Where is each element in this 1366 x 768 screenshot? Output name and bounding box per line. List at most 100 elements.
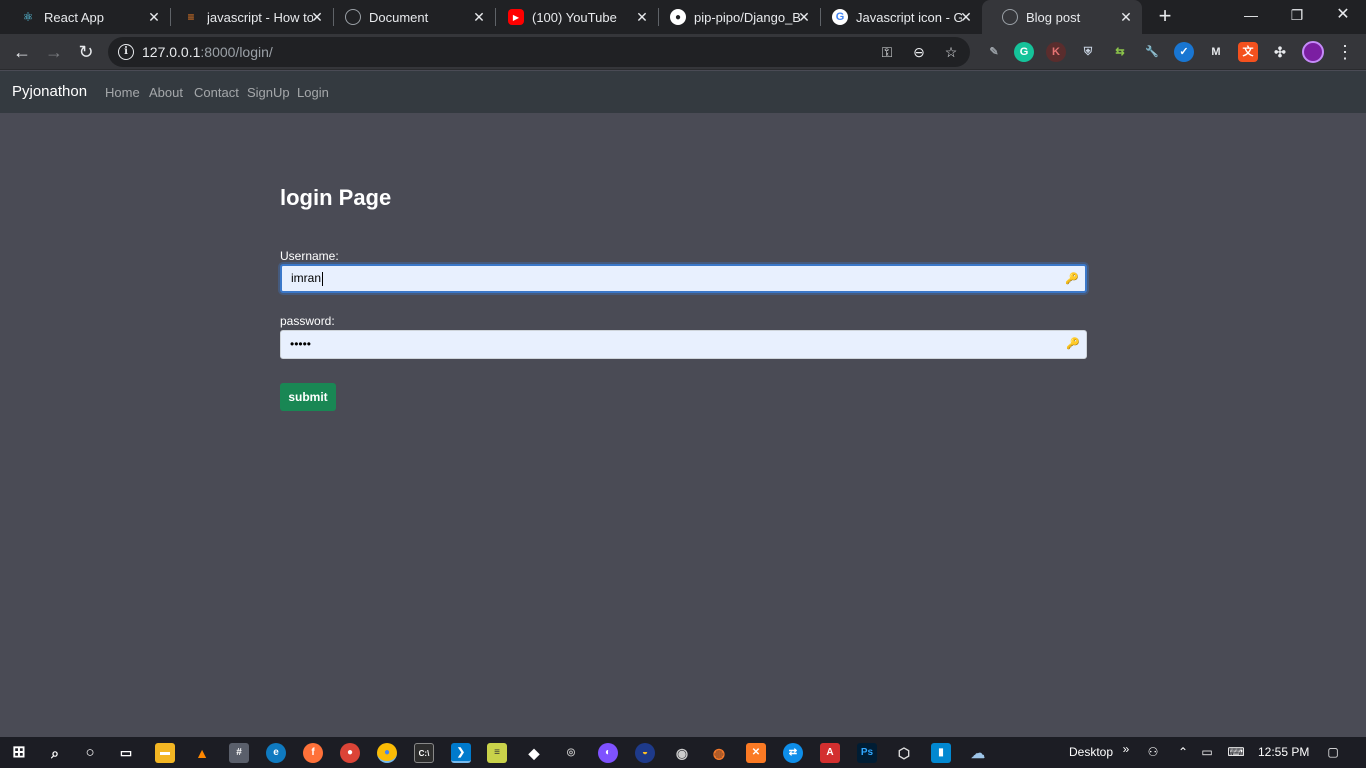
password-field[interactable]: ••••• 🔑 — [280, 330, 1087, 359]
vscode-icon[interactable]: ❯ — [451, 743, 471, 763]
info-icon[interactable]: i — [118, 44, 134, 60]
search-icon[interactable]: ⌕ — [45, 743, 65, 763]
vlc-icon[interactable]: ▲ — [192, 743, 212, 763]
photoshop-icon[interactable]: Ps — [857, 743, 877, 763]
chevron-up-icon[interactable]: ⌃ — [1175, 744, 1191, 760]
browser-tab-strip: ⚛ React App ✕ ≡ javascript - How to ✕ Do… — [0, 0, 1366, 34]
tab-google[interactable]: G Javascript icon - G ✕ — [812, 0, 982, 34]
teamviewer-icon[interactable]: ⇄ — [783, 743, 803, 763]
google-icon: G — [832, 9, 848, 25]
file-explorer-icon[interactable]: ▬ — [155, 743, 175, 763]
tab-github[interactable]: ● pip-pipo/Django_B ✕ — [650, 0, 820, 34]
restore-icon[interactable]: ❐ — [1274, 0, 1320, 34]
nav-link-contact[interactable]: Contact — [194, 85, 239, 100]
tab-blog-post[interactable]: Blog post ✕ — [982, 0, 1142, 34]
desktop-toolbar-label[interactable]: Desktop — [1069, 745, 1113, 759]
nav-link-login[interactable]: Login — [297, 85, 329, 100]
nav-link-about[interactable]: About — [149, 85, 183, 100]
notification-icon[interactable]: ▢ — [1325, 744, 1341, 760]
translate-extension-icon[interactable]: 文 — [1238, 42, 1258, 62]
tab-title: Blog post — [1026, 9, 1081, 25]
password-value: ••••• — [290, 337, 312, 351]
password-manager-key-icon[interactable]: 🔑 — [1065, 272, 1079, 286]
firefox-icon[interactable]: f — [303, 743, 323, 763]
navbar-brand[interactable]: Pyjonathon — [12, 83, 87, 100]
address-url[interactable]: 127.0.0.1:8000/login/ — [142, 44, 273, 60]
close-icon[interactable]: ✕ — [146, 9, 162, 25]
people-icon[interactable]: ⚇ — [1145, 744, 1161, 760]
mongodb-compass-icon[interactable]: ◎ — [561, 743, 581, 763]
close-icon[interactable]: ✕ — [1118, 9, 1134, 25]
chevron-double-right-icon[interactable]: » — [1118, 741, 1134, 757]
tab-title: pip-pipo/Django_B — [694, 9, 800, 25]
forward-arrow-icon[interactable]: → — [42, 40, 66, 64]
acrobat-icon[interactable]: A — [820, 743, 840, 763]
share-extension-icon[interactable]: ⇆ — [1110, 42, 1130, 62]
tab-javascript-how-to[interactable]: ≡ javascript - How to ✕ — [163, 0, 333, 34]
username-value: imran — [291, 271, 322, 285]
nav-link-signup[interactable]: SignUp — [247, 85, 290, 100]
url-host: 127.0.0.1 — [142, 44, 201, 60]
close-icon[interactable]: ✕ — [958, 9, 974, 25]
tab-title: javascript - How to — [207, 9, 313, 25]
app-icon[interactable]: ◒ — [635, 743, 655, 763]
edge-icon[interactable]: e — [266, 743, 286, 763]
zoom-out-icon[interactable]: ⊖ — [910, 43, 928, 61]
app-icon[interactable]: ☁ — [968, 743, 988, 763]
reload-icon[interactable]: ↻ — [74, 40, 98, 64]
app-icon[interactable]: ▮ — [931, 743, 951, 763]
password-manager-key-icon[interactable]: 🔑 — [1066, 337, 1080, 351]
react-icon: ⚛ — [22, 10, 34, 24]
text-caret — [322, 271, 324, 286]
m-extension-icon[interactable]: M — [1206, 42, 1226, 62]
close-icon[interactable]: ✕ — [796, 9, 812, 25]
pen-extension-icon[interactable]: ✎ — [984, 42, 1004, 62]
key-icon[interactable]: ⚿ — [878, 43, 896, 61]
unity-icon[interactable]: ◆ — [524, 743, 544, 763]
globe-icon — [1002, 9, 1018, 25]
windows-taskbar: ⊞ ⌕ ○ ▭ ▬ ▲ # e f ● ● C:\ ❯ ≡ ◆ ◎ ◐ ◒ ◉ … — [0, 737, 1366, 768]
network-icon[interactable]: ▭ — [1199, 744, 1215, 760]
youtube-icon: ▶ — [508, 9, 524, 25]
grammarly-icon[interactable]: G — [1014, 42, 1034, 62]
tab-youtube[interactable]: ▶ (100) YouTube ✕ — [488, 0, 658, 34]
more-menu-icon[interactable]: ⋮ — [1336, 40, 1354, 64]
username-field[interactable]: imran 🔑 — [280, 264, 1087, 293]
tab-react-app[interactable]: ⚛ React App ✕ — [0, 0, 170, 34]
close-icon[interactable]: ✕ — [309, 9, 325, 25]
address-bar[interactable]: i 127.0.0.1:8000/login/ ⚿ ⊖ ☆ — [108, 37, 970, 67]
blender-icon[interactable]: ◍ — [709, 743, 729, 763]
close-icon[interactable]: ✕ — [634, 9, 650, 25]
app-icon[interactable]: ◐ — [598, 743, 618, 763]
puzzle-icon[interactable]: ✣ — [1270, 42, 1290, 62]
cortana-icon[interactable]: ○ — [80, 743, 100, 763]
submit-button[interactable]: submit — [280, 383, 336, 411]
chrome-canary-icon[interactable]: ● — [340, 743, 360, 763]
tab-title: Document — [369, 9, 429, 25]
keyboard-icon[interactable]: ⌨ — [1226, 744, 1246, 760]
check-extension-icon[interactable]: ✓ — [1174, 42, 1194, 62]
tab-document[interactable]: Document ✕ — [325, 0, 495, 34]
minimize-icon[interactable]: — — [1228, 0, 1274, 34]
windows-start-icon[interactable]: ⊞ — [9, 743, 29, 763]
tab-title: Javascript icon - G — [856, 9, 962, 25]
profile-avatar[interactable] — [1302, 41, 1324, 63]
obs-icon[interactable]: ◉ — [672, 743, 692, 763]
calculator-icon[interactable]: # — [229, 743, 249, 763]
new-tab-button[interactable]: + — [1154, 5, 1176, 28]
virtualbox-icon[interactable]: ⬡ — [894, 743, 914, 763]
wrench-icon[interactable]: 🔧 — [1142, 42, 1162, 62]
star-icon[interactable]: ☆ — [942, 43, 960, 61]
close-icon[interactable]: ✕ — [471, 9, 487, 25]
system-clock[interactable]: 12:55 PM — [1258, 745, 1309, 759]
close-window-icon[interactable]: ✕ — [1320, 0, 1366, 34]
nav-link-home[interactable]: Home — [105, 85, 140, 100]
shield-icon[interactable]: ⛨ — [1078, 42, 1098, 62]
xampp-icon[interactable]: ✕ — [746, 743, 766, 763]
back-arrow-icon[interactable]: ← — [10, 40, 34, 64]
k-extension-icon[interactable]: K — [1046, 42, 1066, 62]
notepad-icon[interactable]: ≡ — [487, 743, 507, 763]
task-view-icon[interactable]: ▭ — [116, 743, 136, 763]
chrome-icon[interactable]: ● — [377, 743, 397, 763]
terminal-icon[interactable]: C:\ — [414, 743, 434, 763]
